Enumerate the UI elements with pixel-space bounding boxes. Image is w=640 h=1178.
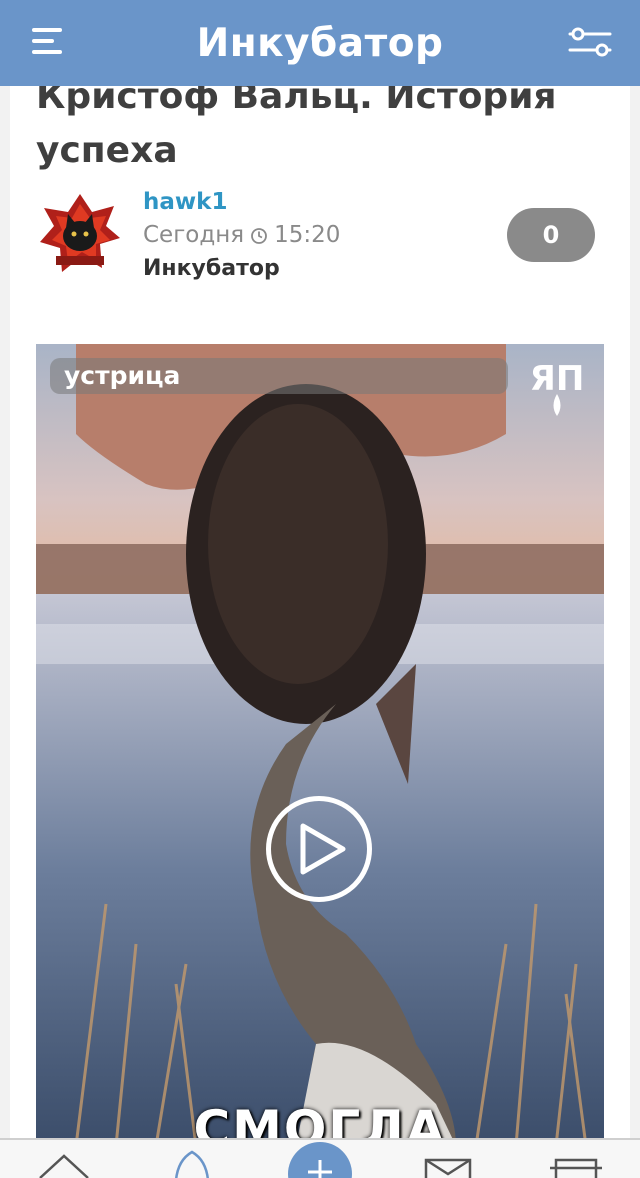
app-title: Инкубатор	[196, 20, 444, 66]
mail-icon[interactable]	[418, 1140, 478, 1178]
hamburger-menu-icon[interactable]	[30, 24, 66, 60]
sliders-icon[interactable]	[568, 22, 612, 62]
add-icon	[308, 1160, 332, 1178]
author-link[interactable]: hawk1	[143, 186, 340, 219]
bottom-navigation	[0, 1138, 640, 1178]
post-category[interactable]: Инкубатор	[143, 252, 340, 285]
channel-logo-icon: ЯП	[530, 359, 585, 416]
home-icon[interactable]	[34, 1140, 94, 1178]
post-card: Кристоф Вальц. История успеха hawk1 Сего…	[10, 86, 630, 1146]
post-title[interactable]: Кристоф Вальц. История успеха	[36, 86, 606, 178]
fire-icon[interactable]	[162, 1140, 222, 1178]
post-date: Сегодня	[143, 222, 245, 248]
comments-count-button[interactable]: 0	[507, 208, 595, 262]
clock-icon	[251, 227, 268, 244]
top-app-bar: Инкубатор	[0, 0, 640, 86]
video-title-label: устрица	[50, 358, 508, 394]
post-meta: hawk1 Сегодня 15:20 Инкубатор	[143, 186, 340, 285]
post-date-time: Сегодня 15:20	[143, 219, 340, 252]
sofa-icon[interactable]	[546, 1140, 606, 1178]
video-thumbnail	[36, 344, 604, 1146]
channel-logo-text: ЯП	[530, 359, 585, 399]
post-time: 15:20	[274, 222, 341, 248]
add-post-button[interactable]	[288, 1142, 352, 1178]
avatar[interactable]	[40, 192, 120, 276]
play-icon[interactable]	[266, 796, 372, 902]
video-player[interactable]: устрица ЯП СМОГЛА	[36, 344, 604, 1146]
